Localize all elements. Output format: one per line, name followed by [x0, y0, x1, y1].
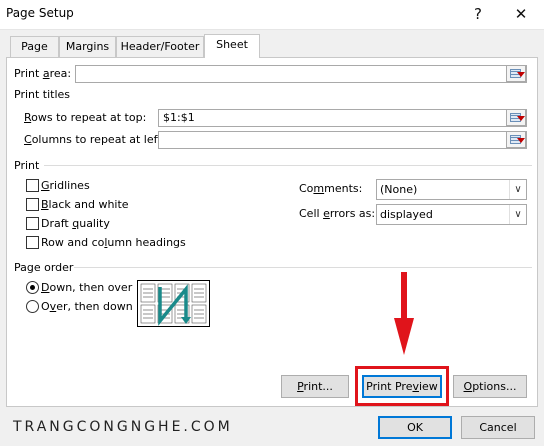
- rows-repeat-input[interactable]: $1:$1: [158, 109, 527, 127]
- title-bar: Page Setup ? ✕: [0, 0, 544, 30]
- over-down-label: Over, then down: [41, 300, 133, 313]
- page-order-preview-icon: [140, 283, 207, 326]
- page-order-heading: Page order: [14, 261, 74, 274]
- tab-page[interactable]: Page: [10, 36, 59, 58]
- annotation-arrow-icon: [394, 272, 414, 355]
- print-titles-heading: Print titles: [14, 88, 71, 101]
- chevron-down-icon: ∨: [509, 205, 526, 224]
- rows-repeat-label: Rows to repeat at top:: [24, 111, 147, 124]
- print-button[interactable]: Print...: [281, 375, 349, 398]
- draft-quality-checkbox[interactable]: [26, 217, 39, 230]
- annotation-highlight-box: [355, 366, 449, 406]
- print-area-input[interactable]: [75, 65, 527, 83]
- cols-repeat-label: Columns to repeat at left:: [24, 133, 166, 146]
- print-area-collapse-button[interactable]: [506, 65, 526, 82]
- down-over-radio[interactable]: [26, 281, 39, 294]
- gridlines-label: Gridlines: [41, 179, 90, 192]
- comments-value: (None): [380, 183, 418, 196]
- cols-repeat-input[interactable]: [158, 131, 527, 149]
- row-col-headings-label: Row and column headings: [41, 236, 186, 249]
- cell-errors-select[interactable]: displayed ∨: [376, 204, 527, 225]
- cell-errors-label: Cell errors as:: [299, 207, 376, 220]
- rows-collapse-button[interactable]: [506, 109, 526, 126]
- down-over-label: Down, then over: [41, 281, 133, 294]
- print-heading: Print: [14, 159, 40, 172]
- over-down-radio[interactable]: [26, 300, 39, 313]
- page-order-diagram: [137, 280, 210, 327]
- options-button[interactable]: Options...: [453, 375, 527, 398]
- comments-select[interactable]: (None) ∨: [376, 179, 527, 200]
- cancel-button[interactable]: Cancel: [461, 416, 535, 439]
- tab-sheet[interactable]: Sheet: [204, 34, 260, 58]
- comments-label: Comments:: [299, 182, 363, 195]
- cols-collapse-button[interactable]: [506, 131, 526, 148]
- tab-margins[interactable]: Margins: [59, 36, 116, 58]
- page-order-divider: [74, 267, 532, 268]
- tab-header-footer[interactable]: Header/Footer: [116, 36, 204, 58]
- cell-errors-value: displayed: [380, 208, 433, 221]
- black-white-label: Black and white: [41, 198, 129, 211]
- chevron-down-icon: ∨: [509, 180, 526, 199]
- draft-quality-label: Draft quality: [41, 217, 110, 230]
- help-button[interactable]: ?: [467, 4, 489, 24]
- gridlines-checkbox[interactable]: [26, 179, 39, 192]
- print-divider: [44, 165, 532, 166]
- row-col-headings-checkbox[interactable]: [26, 236, 39, 249]
- close-icon[interactable]: ✕: [510, 4, 532, 24]
- window-title: Page Setup: [6, 6, 74, 20]
- ok-button[interactable]: OK: [378, 416, 452, 439]
- watermark-text: TRANGCONGNGHE.COM: [13, 419, 233, 435]
- print-area-label: Print area:: [14, 67, 72, 80]
- black-white-checkbox[interactable]: [26, 198, 39, 211]
